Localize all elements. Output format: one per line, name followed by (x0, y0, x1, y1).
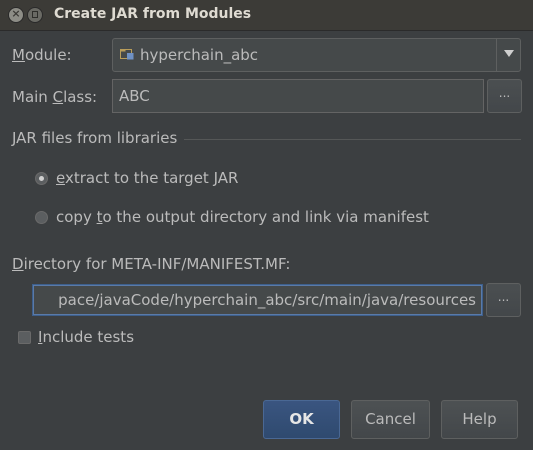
restore-window-button[interactable] (27, 7, 43, 23)
chevron-down-icon[interactable] (504, 50, 514, 57)
copy-radio[interactable] (35, 211, 48, 224)
include-tests-label[interactable]: Include tests (38, 328, 134, 346)
main-class-input[interactable]: ABC (112, 79, 484, 113)
extract-radio[interactable] (35, 172, 48, 185)
main-class-browse-button[interactable]: ... (487, 79, 522, 113)
copy-option-label[interactable]: copy to the output directory and link vi… (56, 208, 429, 226)
manifest-directory-value: pace/javaCode/hyperchain_abc/src/main/ja… (58, 291, 476, 309)
group-divider (184, 139, 521, 140)
close-window-button[interactable]: × (8, 7, 24, 23)
window-title: Create JAR from Modules (54, 6, 252, 22)
cancel-button[interactable]: Cancel (351, 400, 430, 439)
manifest-label: Directory for META-INF/MANIFEST.MF: (12, 255, 291, 273)
manifest-browse-button[interactable]: ... (486, 283, 521, 317)
help-button[interactable]: Help (441, 400, 518, 439)
extract-option-label[interactable]: extract to the target JAR (56, 169, 238, 187)
main-class-value: ABC (119, 87, 150, 105)
title-bar: × Create JAR from Modules (0, 0, 533, 31)
restore-icon (32, 11, 38, 18)
module-combobox[interactable]: hyperchain_abc (112, 38, 521, 72)
module-value: hyperchain_abc (140, 46, 259, 64)
main-class-label: Main Class: (12, 88, 98, 106)
libraries-group-title: JAR files from libraries (12, 129, 178, 147)
module-label: Module: (12, 46, 72, 64)
module-icon (120, 49, 134, 60)
combo-separator (496, 39, 497, 71)
manifest-directory-input[interactable]: pace/javaCode/hyperchain_abc/src/main/ja… (33, 285, 482, 315)
close-icon: × (11, 7, 21, 20)
include-tests-checkbox[interactable] (18, 331, 31, 344)
ok-button[interactable]: OK (263, 400, 340, 439)
